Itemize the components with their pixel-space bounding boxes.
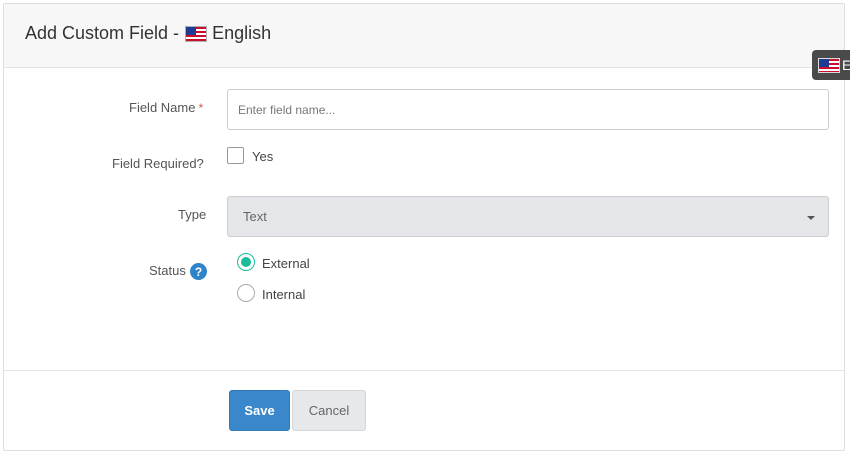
- help-icon[interactable]: ?: [190, 263, 207, 280]
- footer-divider: [4, 370, 844, 371]
- type-select[interactable]: Text: [227, 196, 829, 237]
- status-radio-external[interactable]: [237, 253, 255, 271]
- title-text: Add Custom Field -: [25, 23, 180, 43]
- status-option-external: External: [262, 256, 310, 271]
- us-flag-icon: [185, 25, 208, 42]
- field-required-option-label: Yes: [252, 149, 274, 164]
- status-label: Status: [149, 263, 186, 278]
- language-switcher[interactable]: E: [812, 50, 850, 80]
- custom-field-panel: Add Custom Field - English Field Name* F…: [3, 3, 845, 451]
- field-required-label: Field Required?: [112, 156, 204, 171]
- panel-header: Add Custom Field - English: [4, 4, 844, 68]
- required-marker: *: [198, 101, 204, 115]
- page-title: Add Custom Field - English: [25, 23, 271, 44]
- field-name-label: Field Name *: [129, 100, 203, 115]
- status-option-internal: Internal: [262, 287, 306, 302]
- status-radio-internal[interactable]: [237, 284, 255, 302]
- language-switcher-text: E: [842, 57, 850, 73]
- title-language: English: [212, 23, 272, 43]
- cancel-button[interactable]: Cancel: [292, 390, 366, 431]
- save-button[interactable]: Save: [229, 390, 290, 431]
- caret-down-icon: [807, 216, 815, 220]
- field-required-checkbox[interactable]: [227, 147, 244, 164]
- field-name-input[interactable]: [227, 89, 829, 130]
- type-selected-value: Text: [243, 209, 267, 224]
- type-label: Type: [178, 207, 207, 222]
- us-flag-icon: [818, 57, 840, 73]
- field-name-label-text: Field Name: [129, 100, 196, 115]
